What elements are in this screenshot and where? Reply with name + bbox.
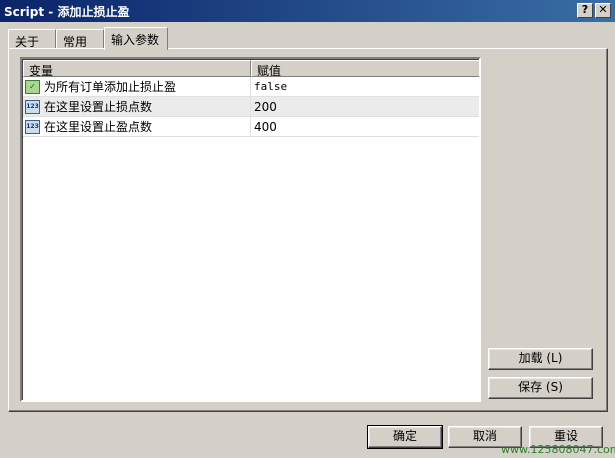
table-row[interactable]: 123 在这里设置止损点数 200 <box>23 97 479 117</box>
tab-common[interactable]: 常用 <box>56 29 104 49</box>
tab-about[interactable]: 关于 <box>8 29 56 49</box>
param-value[interactable]: 200 <box>251 97 479 117</box>
int-param-icon: 123 <box>25 120 40 134</box>
param-name: 为所有订单添加止损止盈 <box>44 80 177 94</box>
window-title: Script - 添加止损止盈 <box>4 5 130 19</box>
param-name: 在这里设置止损点数 <box>44 100 153 114</box>
save-button[interactable]: 保存 (S) <box>488 377 593 399</box>
title-bar: Script - 添加止损止盈 ? ✕ <box>0 0 615 22</box>
param-name-cell: 123 在这里设置止盈点数 <box>23 117 251 137</box>
load-button[interactable]: 加载 (L) <box>488 348 593 370</box>
column-header-value[interactable]: 赋值 <box>251 60 479 78</box>
list-header: 变量 赋值 <box>23 60 479 78</box>
param-value[interactable]: false <box>251 77 479 97</box>
help-button[interactable]: ? <box>577 3 593 18</box>
param-value[interactable]: 400 <box>251 117 479 137</box>
tab-inputs[interactable]: 输入参数 <box>104 27 168 50</box>
table-row[interactable]: ✓ 为所有订单添加止损止盈 false <box>23 77 479 97</box>
int-param-icon: 123 <box>25 100 40 114</box>
param-name: 在这里设置止盈点数 <box>44 120 153 134</box>
param-name-cell: ✓ 为所有订单添加止损止盈 <box>23 77 251 97</box>
param-name-cell: 123 在这里设置止损点数 <box>23 97 251 117</box>
close-button[interactable]: ✕ <box>595 3 611 18</box>
parameters-list[interactable]: 变量 赋值 ✓ 为所有订单添加止损止盈 false 123 在这里设置止损点数 … <box>20 57 481 402</box>
bool-param-icon: ✓ <box>25 80 40 94</box>
ok-button[interactable]: 确定 <box>367 425 443 449</box>
watermark: www.125808047.com <box>501 443 615 456</box>
table-row[interactable]: 123 在这里设置止盈点数 400 <box>23 117 479 137</box>
column-header-variable[interactable]: 变量 <box>23 60 251 78</box>
